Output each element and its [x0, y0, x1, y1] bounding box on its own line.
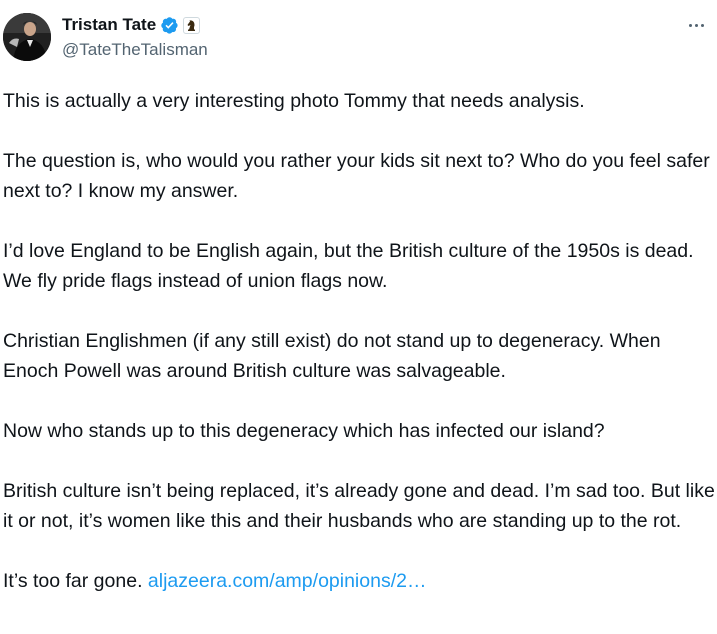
tweet-header: Tristan Tate @TateTheTalisman	[0, 0, 717, 70]
profile-photo	[3, 13, 51, 61]
tweet-paragraph-4: Christian Englishmen (if any still exist…	[3, 330, 661, 382]
tweet-paragraph-1: This is actually a very interesting phot…	[3, 90, 585, 112]
tweet-paragraph-5: Now who stands up to this degeneracy whi…	[3, 420, 605, 442]
tweet-paragraph-3: I’d love England to be English again, bu…	[3, 240, 694, 292]
more-dot	[694, 23, 698, 27]
tweet-paragraph-2: The question is, who would you rather yo…	[3, 150, 710, 202]
chess-knight-icon[interactable]	[183, 16, 201, 34]
avatar[interactable]	[3, 13, 51, 61]
verified-badge-icon[interactable]	[160, 16, 179, 35]
tweet-text: This is actually a very interesting phot…	[3, 86, 715, 596]
more-dot	[688, 23, 692, 27]
display-name[interactable]: Tristan Tate	[62, 14, 156, 36]
more-dot	[700, 23, 704, 27]
more-options-icon[interactable]	[684, 16, 708, 34]
tweet: Tristan Tate @TateTheTalisman This is ac…	[0, 0, 717, 634]
tweet-paragraph-7: It’s too far gone. aljazeera.com/amp/opi…	[3, 566, 715, 596]
name-row: Tristan Tate	[62, 14, 208, 36]
tweet-paragraph-6: British culture isn’t being replaced, it…	[3, 480, 715, 532]
author-info: Tristan Tate @TateTheTalisman	[62, 14, 208, 61]
last-line-text: It’s too far gone.	[3, 570, 143, 592]
article-link[interactable]: aljazeera.com/amp/opinions/2…	[148, 570, 427, 592]
author-handle[interactable]: @TateTheTalisman	[62, 39, 208, 61]
